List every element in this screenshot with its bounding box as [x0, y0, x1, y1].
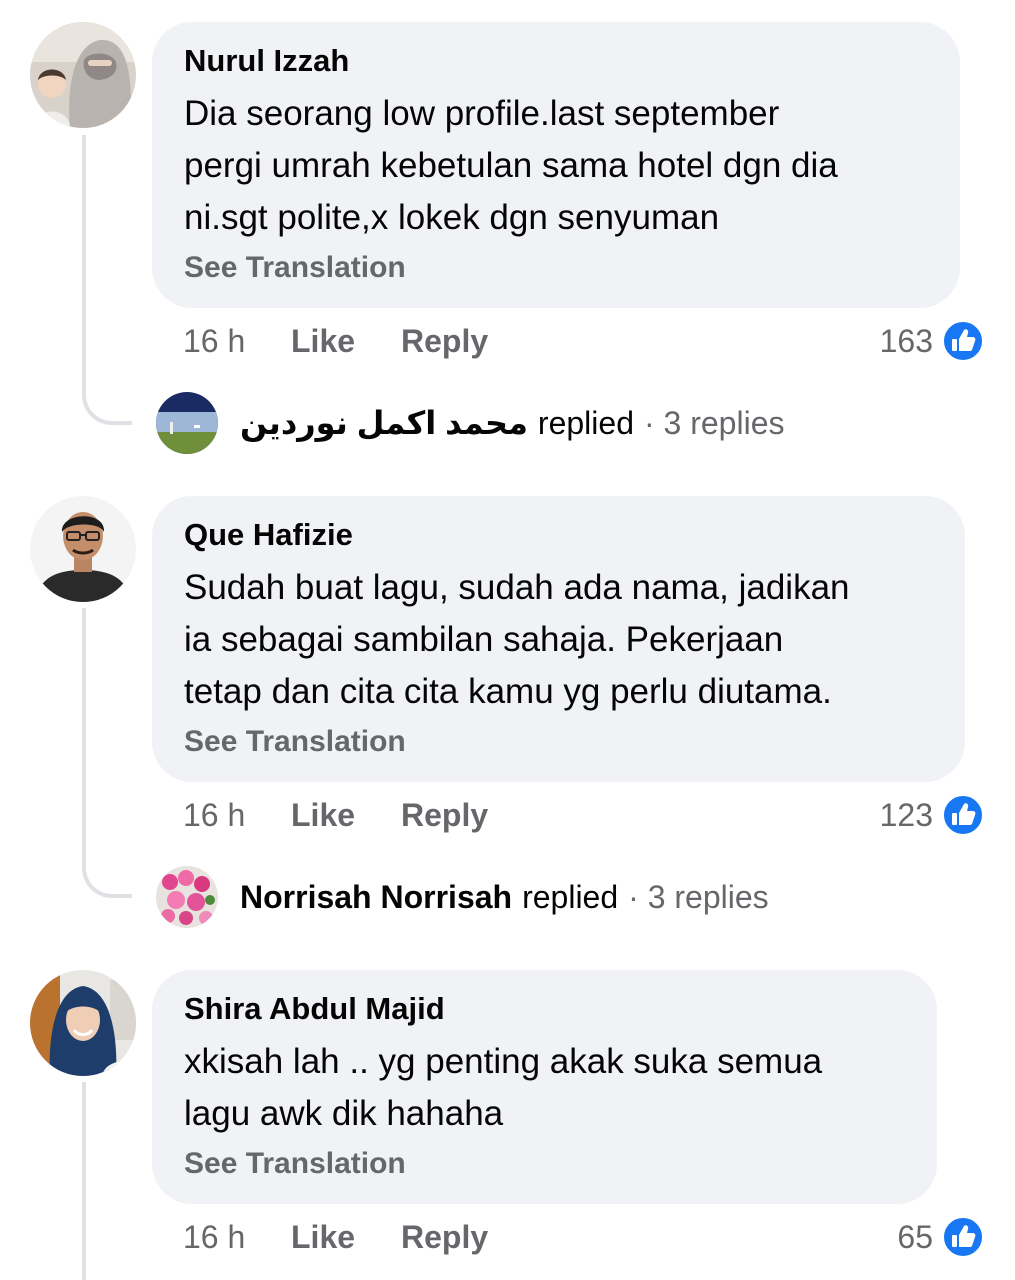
replied-label: replied — [522, 878, 619, 915]
thumbs-up-icon — [942, 794, 984, 836]
comment-author[interactable]: Nurul Izzah — [184, 42, 928, 80]
comment-text-line: Sudah buat lagu, sudah ada nama, jadikan — [184, 568, 850, 607]
replied-label: replied — [537, 404, 634, 441]
view-replies-link[interactable]: محمد اكمل نوردين replied · 3 replies — [156, 392, 784, 454]
replier-name: محمد اكمل نوردين — [240, 405, 528, 441]
reply-button[interactable]: Reply — [401, 323, 488, 360]
reaction-summary[interactable]: 163 — [880, 319, 985, 363]
comment-text: Dia seorang low profile.last september p… — [184, 88, 928, 244]
comment-timestamp[interactable]: 16 h — [183, 797, 291, 834]
comment-bubble: Nurul Izzah Dia seorang low profile.last… — [152, 22, 960, 308]
comment-bubble: Que Hafizie Sudah buat lagu, sudah ada n… — [152, 496, 965, 782]
avatar-landscape-icon — [156, 392, 218, 454]
comment-text-line: lagu awk dik hahaha — [184, 1094, 504, 1133]
comment-text-line: tetap dan cita cita kamu yg perlu diutam… — [184, 672, 832, 711]
replier-avatar[interactable] — [156, 392, 218, 454]
see-translation-link[interactable]: See Translation — [184, 248, 928, 288]
avatar-niqab-woman-with-child-icon — [30, 22, 136, 128]
comment-text-line: xkisah lah .. yg penting akak suka semua — [184, 1042, 823, 1081]
reaction-count: 65 — [897, 1218, 933, 1255]
thread-connector — [82, 608, 132, 898]
comment-timestamp[interactable]: 16 h — [183, 1219, 291, 1256]
reply-button[interactable]: Reply — [401, 797, 488, 834]
comment-text-line: pergi umrah kebetulan sama hotel dgn dia — [184, 146, 838, 185]
reaction-count: 123 — [879, 796, 933, 833]
thread-connector — [82, 1082, 86, 1280]
see-translation-link[interactable]: See Translation — [184, 722, 933, 762]
reaction-summary[interactable]: 65 — [897, 1215, 985, 1259]
comment-actions: 16 h Like Reply — [183, 319, 488, 363]
avatar[interactable] — [30, 970, 136, 1076]
comment-text: xkisah lah .. yg penting akak suka semua… — [184, 1036, 905, 1140]
thumbs-up-icon — [942, 320, 984, 362]
avatar[interactable] — [30, 496, 136, 602]
reaction-count: 163 — [879, 322, 933, 359]
like-button[interactable]: Like — [291, 323, 401, 360]
comment-text-line: ia sebagai sambilan sahaja. Pekerjaan — [184, 620, 784, 659]
replier-name: Norrisah Norrisah — [240, 878, 513, 915]
comment-actions: 16 h Like Reply — [183, 1215, 488, 1259]
comment-author[interactable]: Que Hafizie — [184, 516, 933, 554]
thumbs-up-icon — [942, 1216, 984, 1258]
reaction-summary[interactable]: 123 — [880, 793, 985, 837]
comment-text-line: ni.sgt polite,x lokek dgn senyuman — [184, 198, 720, 237]
comment-actions: 16 h Like Reply — [183, 793, 488, 837]
avatar-woman-hijab-icon — [30, 970, 136, 1076]
comment-bubble: Shira Abdul Majid xkisah lah .. yg penti… — [152, 970, 937, 1204]
reply-count: · 3 replies — [643, 404, 785, 441]
like-button[interactable]: Like — [291, 1219, 401, 1256]
like-button[interactable]: Like — [291, 797, 401, 834]
reply-count: · 3 replies — [628, 878, 769, 915]
comment-text: Sudah buat lagu, sudah ada nama, jadikan… — [184, 562, 933, 718]
comment-text-line: Dia seorang low profile.last september — [184, 94, 780, 133]
reply-button[interactable]: Reply — [401, 1219, 488, 1256]
comment-author[interactable]: Shira Abdul Majid — [184, 990, 905, 1028]
avatar-pink-flowers-icon — [156, 866, 218, 928]
see-translation-link[interactable]: See Translation — [184, 1144, 905, 1184]
comment-timestamp[interactable]: 16 h — [183, 323, 291, 360]
replier-avatar[interactable] — [156, 866, 218, 928]
avatar-man-glasses-icon — [30, 496, 136, 602]
thread-connector — [82, 135, 132, 425]
view-replies-link[interactable]: Norrisah Norrisah replied · 3 replies — [156, 866, 769, 928]
avatar[interactable] — [30, 22, 136, 128]
